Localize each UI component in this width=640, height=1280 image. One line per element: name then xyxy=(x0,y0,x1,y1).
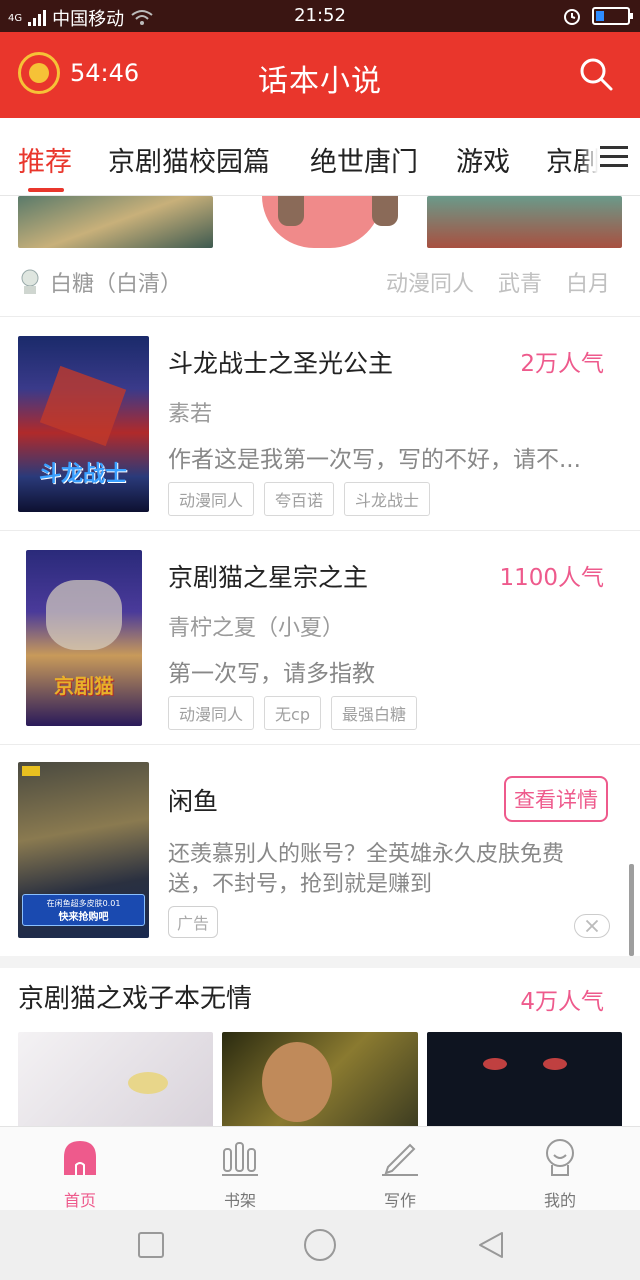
home-icon xyxy=(64,1141,96,1175)
tab-recommended[interactable]: 推荐 xyxy=(18,140,72,179)
ad-image: 在闲鱼超多皮肤0.01 快来抢购吧 xyxy=(18,762,149,938)
scrollbar[interactable] xyxy=(629,864,634,956)
book-cover: 斗龙战士 xyxy=(18,336,149,512)
app-header: 54:46 话本小说 xyxy=(0,32,640,118)
nav-write-label: 写作 xyxy=(383,1191,416,1210)
alarm-icon xyxy=(564,9,580,25)
view-details-button[interactable]: 查看详情 xyxy=(504,776,608,822)
ad-image-line1: 在闲鱼超多皮肤0.01 xyxy=(46,899,121,908)
nav-bookshelf-label: 书架 xyxy=(223,1191,256,1210)
ad-description: 还羡慕别人的账号？全英雄永久皮肤免费送，不封号，抢到就是赚到 xyxy=(168,842,565,897)
back-icon[interactable] xyxy=(476,1230,506,1260)
prev-item-image-3[interactable] xyxy=(427,196,622,248)
section-image-3[interactable] xyxy=(427,1032,622,1126)
prev-item-tag: 动漫同人 xyxy=(385,272,474,297)
prev-item-author: 白糖（白清） xyxy=(50,272,183,297)
ad-item[interactable]: 在闲鱼超多皮肤0.01 快来抢购吧 闲鱼 查看详情 还羡慕别人的账号？全英雄永久… xyxy=(0,758,640,958)
book-tag[interactable]: 夸百诺 xyxy=(264,482,335,516)
book-popularity: 1100人气 xyxy=(499,565,604,591)
book-tag[interactable]: 最强白糖 xyxy=(330,696,417,730)
book-description: 第一次写，请多指教 xyxy=(168,661,375,687)
book-tag[interactable]: 斗龙战士 xyxy=(344,482,431,516)
nav-profile[interactable]: 我的 xyxy=(480,1133,640,1211)
system-navigation-bar xyxy=(0,1210,640,1280)
author-avatar-icon xyxy=(21,269,39,294)
prev-item-meta: 白糖（白清） 动漫同人 武青 白月 xyxy=(0,266,640,306)
prev-item-tag: 武青 xyxy=(497,272,542,297)
prev-item-image-2[interactable] xyxy=(222,196,418,248)
prev-item-tag: 白月 xyxy=(565,272,610,297)
active-tab-indicator xyxy=(28,188,64,192)
section-image-1[interactable] xyxy=(18,1032,213,1126)
profile-icon xyxy=(546,1139,574,1176)
battery-icon xyxy=(592,7,633,25)
nav-home[interactable]: 首页 xyxy=(0,1133,160,1211)
book-item[interactable]: 京剧猫 京剧猫之星宗之主 1100人气 青柠之夏（小夏） 第一次写，请多指教 动… xyxy=(0,550,640,762)
tab-games[interactable]: 游戏 xyxy=(456,140,510,179)
tab-jingjumao-campus[interactable]: 京剧猫校园篇 xyxy=(108,140,270,179)
book-tag[interactable]: 无cp xyxy=(264,696,321,730)
nav-write[interactable]: 写作 xyxy=(320,1133,480,1211)
book-title: 斗龙战士之圣光公主 xyxy=(168,349,394,378)
book-cover-title: 斗龙战士 xyxy=(38,462,127,487)
book-author: 素若 xyxy=(168,402,213,427)
bookshelf-icon xyxy=(222,1142,258,1176)
divider xyxy=(0,530,640,531)
nav-profile-label: 我的 xyxy=(543,1191,576,1210)
section-divider xyxy=(0,956,640,968)
book-cover: 京剧猫 xyxy=(26,550,142,726)
ad-image-line2: 快来抢购吧 xyxy=(58,912,109,923)
recent-apps-icon[interactable] xyxy=(136,1230,166,1260)
close-ad-icon[interactable] xyxy=(574,914,610,938)
feed[interactable]: 白糖（白清） 动漫同人 武青 白月 斗龙战士 斗龙战士之圣光公主 2万人气 素若… xyxy=(0,196,640,1126)
book-item[interactable]: 斗龙战士 斗龙战士之圣光公主 2万人气 素若 作者这是我第一次写，写的不好，请不… xyxy=(0,336,640,548)
menu-icon[interactable] xyxy=(580,118,640,195)
bottom-navigation: 首页 书架 写作 我的 xyxy=(0,1126,640,1210)
book-title: 京剧猫之星宗之主 xyxy=(168,563,369,592)
status-bar: 4G 中国移动 21:52 xyxy=(0,0,640,32)
book-title[interactable]: 京剧猫之戏子本无情 xyxy=(18,978,252,1015)
nav-home-label: 首页 xyxy=(63,1191,96,1210)
nav-bookshelf[interactable]: 书架 xyxy=(160,1133,320,1211)
book-description: 作者这是我第一次写，写的不好，请不... xyxy=(168,447,581,473)
divider xyxy=(0,316,640,317)
book-tag[interactable]: 动漫同人 xyxy=(168,482,255,516)
clock: 21:52 xyxy=(294,5,346,26)
pencil-icon xyxy=(382,1143,418,1176)
app-title: 话本小说 xyxy=(258,64,382,99)
prev-item-image-1[interactable] xyxy=(18,196,213,248)
ad-label: 广告 xyxy=(168,906,219,938)
book-tag[interactable]: 动漫同人 xyxy=(168,696,255,730)
section-image-2[interactable] xyxy=(222,1032,418,1126)
divider xyxy=(0,744,640,745)
book-popularity: 2万人气 xyxy=(520,351,604,377)
category-tabs: 推荐 京剧猫校园篇 绝世唐门 游戏 京剧 xyxy=(0,118,640,196)
book-cover-title: 京剧猫 xyxy=(54,674,114,698)
tab-jueshi-tangmen[interactable]: 绝世唐门 xyxy=(310,140,418,179)
search-icon[interactable] xyxy=(578,56,614,92)
book-author: 青柠之夏（小夏） xyxy=(168,616,345,641)
home-button-icon[interactable] xyxy=(303,1228,337,1262)
ad-title: 闲鱼 xyxy=(168,787,219,816)
book-popularity: 4万人气 xyxy=(520,989,604,1015)
